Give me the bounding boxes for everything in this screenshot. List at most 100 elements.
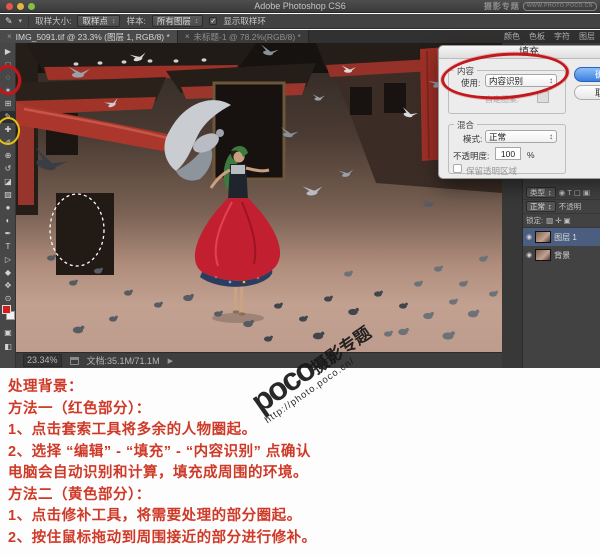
top-watermark-url: WWW.PHOTO.POCO.CN bbox=[523, 2, 597, 11]
zoom-level-field[interactable]: 23.34% bbox=[23, 354, 62, 367]
scale-icon bbox=[70, 357, 79, 365]
stepper-icon: ↕ bbox=[548, 202, 552, 211]
mode-dropdown[interactable]: 正常 ↕ bbox=[485, 130, 557, 143]
lock-row: 锁定: ▨ ✛ ▣ bbox=[523, 214, 600, 228]
status-bar: 23.34% 文档:35.1M/71.1M ▶ bbox=[16, 352, 502, 368]
instruction-line: 2、选择 “编辑” - “填充” - “内容识别” 点确认 bbox=[8, 442, 600, 464]
document-tab-active[interactable]: × IMG_5091.tif @ 23.3% (图层 1, RGB/8) * bbox=[0, 30, 178, 43]
stepper-icon: ↕ bbox=[548, 188, 552, 197]
mode-value: 正常 bbox=[489, 131, 506, 143]
magic-wand-tool-icon[interactable]: ✶ bbox=[0, 85, 16, 97]
opacity-label: 不透明度: bbox=[453, 150, 489, 162]
move-tool-icon[interactable]: ▶ bbox=[0, 46, 16, 58]
lock-icons[interactable]: ▨ ✛ ▣ bbox=[546, 216, 571, 225]
close-tab-icon[interactable]: × bbox=[7, 32, 12, 41]
use-label: 使用: bbox=[461, 77, 480, 89]
blend-mode-dropdown[interactable]: 正常 ↕ bbox=[526, 201, 556, 212]
document-tab-label: 未标题-1 @ 78.2%(RGB/8) * bbox=[193, 31, 300, 43]
blend-mode-row: 正常 ↕ 不透明度: bbox=[523, 200, 600, 214]
instruction-line: 方法二（黄色部分）： bbox=[8, 485, 600, 507]
stepper-icon: ↕ bbox=[112, 18, 116, 25]
layer-filter-row: 类型 ↕ ◉ T ▢ ▣ bbox=[523, 186, 600, 200]
cancel-button[interactable]: 取消 bbox=[574, 85, 600, 100]
instruction-line: 2、按住鼠标拖动到周围接近的部分进行修补。 bbox=[8, 528, 600, 550]
show-sampling-ring-label: 显示取样环 bbox=[223, 15, 266, 27]
sample-size-value: 取样点 bbox=[82, 15, 108, 27]
screenmode-icon[interactable]: ◧ bbox=[0, 341, 16, 353]
ok-button[interactable]: 确定 bbox=[574, 67, 600, 82]
pen-tool-icon[interactable]: ✒ bbox=[0, 228, 16, 240]
document-canvas[interactable] bbox=[16, 43, 502, 352]
toolbox: ▶ □ ◌ ✶ ⊞ ✎ ✚ ✐ ⊕ ↺ ◪ ▨ ● ◐ ✒ T ▷ ◆ ✥ ⊙ … bbox=[0, 43, 16, 368]
marquee-tool-icon[interactable]: □ bbox=[0, 59, 16, 71]
document-tab-bar: × IMG_5091.tif @ 23.3% (图层 1, RGB/8) * ×… bbox=[0, 30, 600, 43]
panel-tab-color[interactable]: 颜色 bbox=[504, 31, 520, 42]
close-tab-icon[interactable]: × bbox=[185, 32, 190, 41]
opacity-input[interactable]: 100 bbox=[495, 147, 521, 160]
clone-stamp-tool-icon[interactable]: ⊕ bbox=[0, 150, 16, 162]
eyedropper-options-icon: ✎ bbox=[5, 16, 13, 27]
content-group-label: 内容 bbox=[454, 65, 477, 77]
use-value: 内容识别 bbox=[489, 75, 523, 87]
tool-options-bar: ✎ ▾ 取样大小: 取样点 ↕ 样本: 所有图层 ↕ ✓ 显示取样环 bbox=[0, 14, 600, 29]
shape-tool-icon[interactable]: ◆ bbox=[0, 267, 16, 279]
type-tool-icon[interactable]: T bbox=[0, 241, 16, 253]
layer-row-layer1[interactable]: ◉ 图层 1 bbox=[523, 228, 600, 246]
eye-icon[interactable]: ◉ bbox=[526, 251, 532, 259]
eyedropper-tool-icon[interactable]: ✎ bbox=[0, 111, 16, 123]
sample-label: 样本: bbox=[126, 15, 145, 27]
sample-layers-dropdown[interactable]: 所有图层 ↕ bbox=[152, 15, 204, 27]
instruction-line: 1、点击修补工具，将需要处理的部分圈起。 bbox=[8, 506, 600, 528]
document-tab-inactive[interactable]: × 未标题-1 @ 78.2%(RGB/8) * bbox=[178, 30, 309, 43]
hand-tool-icon[interactable]: ✥ bbox=[0, 280, 16, 292]
titlebar: Adobe Photoshop CS6 摄影专题 WWW.PHOTO.POCO.… bbox=[0, 0, 600, 13]
mode-label: 模式: bbox=[463, 133, 482, 145]
fill-dialog-title: 填充 bbox=[439, 46, 600, 59]
healing-patch-tool-icon[interactable]: ✚ bbox=[0, 124, 16, 136]
panel-tab-swatches[interactable]: 色板 bbox=[529, 31, 545, 42]
blend-mode-value: 正常 bbox=[530, 201, 545, 212]
instruction-line: 处理背景： bbox=[8, 377, 600, 399]
lasso-tool-icon[interactable]: ◌ bbox=[0, 72, 16, 84]
preserve-transparency-checkbox[interactable] bbox=[453, 164, 462, 173]
layer-thumbnail[interactable] bbox=[535, 249, 551, 261]
panel-dock-tabs: 颜色 色板 字符 图层 bbox=[504, 30, 600, 43]
opacity-unit: % bbox=[527, 150, 535, 160]
layer-thumbnail[interactable] bbox=[535, 231, 551, 243]
sample-layers-value: 所有图层 bbox=[157, 15, 191, 27]
foreground-color-swatch[interactable] bbox=[2, 305, 11, 314]
panel-tab-layers[interactable]: 图层 bbox=[579, 31, 595, 42]
photoshop-window: Adobe Photoshop CS6 摄影专题 WWW.PHOTO.POCO.… bbox=[0, 0, 600, 557]
layer-row-background[interactable]: ◉ 背景 bbox=[523, 246, 600, 264]
use-dropdown[interactable]: 内容识别 ↕ bbox=[485, 74, 557, 87]
status-options-arrow-icon[interactable]: ▶ bbox=[168, 357, 173, 365]
eye-icon[interactable]: ◉ bbox=[526, 233, 532, 241]
preserve-transparency-label: 保留透明区域 bbox=[466, 165, 517, 177]
dodge-tool-icon[interactable]: ◐ bbox=[0, 215, 16, 227]
document-size-info: 文档:35.1M/71.1M bbox=[87, 354, 160, 367]
layer-filter-dropdown[interactable]: 类型 ↕ bbox=[526, 187, 556, 198]
blur-tool-icon[interactable]: ● bbox=[0, 202, 16, 214]
instruction-text-area: 处理背景： 方法一（红色部分）： 1、点击套索工具将多余的人物圈起。 2、选择 … bbox=[0, 368, 600, 557]
zoom-tool-icon[interactable]: ⊙ bbox=[0, 293, 16, 305]
pattern-swatch bbox=[537, 91, 549, 103]
crop-tool-icon[interactable]: ⊞ bbox=[0, 98, 16, 110]
sample-size-dropdown[interactable]: 取样点 ↕ bbox=[77, 15, 120, 27]
top-watermark: 摄影专题 WWW.PHOTO.POCO.CN bbox=[484, 1, 597, 12]
layer-filter-icons[interactable]: ◉ T ▢ ▣ bbox=[559, 188, 590, 197]
gradient-tool-icon[interactable]: ▨ bbox=[0, 189, 16, 201]
path-select-tool-icon[interactable]: ▷ bbox=[0, 254, 16, 266]
document-photo bbox=[16, 43, 502, 352]
history-brush-tool-icon[interactable]: ↺ bbox=[0, 163, 16, 175]
tool-preset-arrow-icon[interactable]: ▾ bbox=[19, 17, 23, 25]
quickmask-icon[interactable]: ▣ bbox=[0, 327, 16, 339]
show-sampling-ring-checkbox[interactable]: ✓ bbox=[209, 17, 217, 25]
eraser-tool-icon[interactable]: ◪ bbox=[0, 176, 16, 188]
instruction-line: 1、点击套索工具将多余的人物圈起。 bbox=[8, 420, 600, 442]
stepper-icon: ↕ bbox=[195, 18, 199, 25]
brush-tool-icon[interactable]: ✐ bbox=[0, 137, 16, 149]
stepper-icon: ↕ bbox=[549, 76, 553, 85]
opacity-label: 不透明度: bbox=[559, 201, 581, 212]
fill-dialog: 填充 内容 使用: 内容识别 ↕ 自定图案: 混合 模式: 正常 ↕ 不透明度:… bbox=[438, 45, 600, 179]
panel-tab-character[interactable]: 字符 bbox=[554, 31, 570, 42]
